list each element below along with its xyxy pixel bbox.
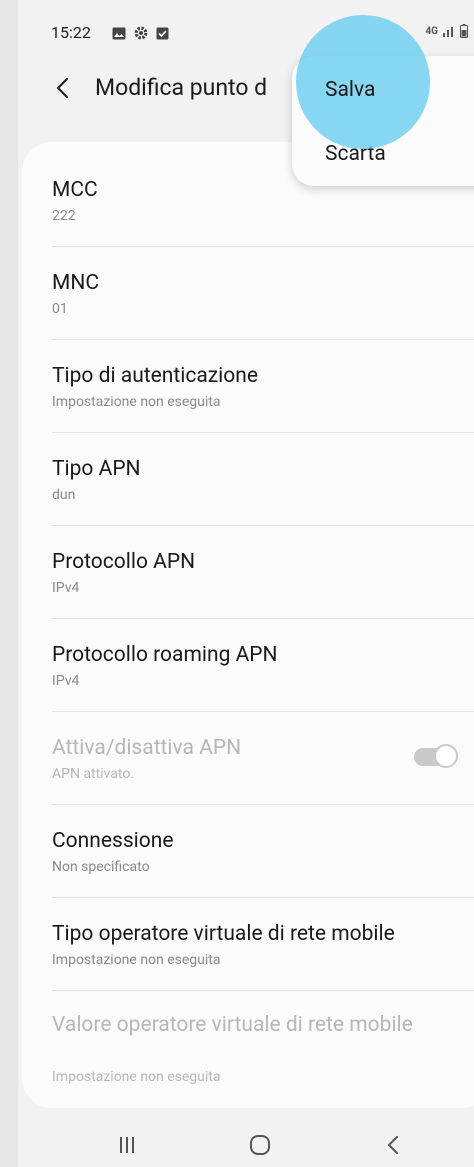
menu-item-save[interactable]: Salva	[325, 78, 375, 102]
list-item-title: Valore operatore virtuale di rete mobile	[52, 1013, 413, 1037]
navigation-bar	[18, 1108, 474, 1167]
notification-icon	[156, 27, 169, 39]
network-type: 4G	[425, 25, 438, 37]
list-item-value: dun	[52, 487, 76, 503]
page-title: Modifica punto d	[95, 74, 268, 101]
list-item-value: IPv4	[52, 673, 80, 689]
switch-knob	[434, 744, 458, 768]
list-item-mvno-type[interactable]: Tipo operatore virtuale di rete mobile I…	[52, 898, 474, 991]
battery-icon	[460, 24, 468, 38]
list-item-value: APN attivato.	[52, 766, 135, 782]
list-item-title: Tipo di autenticazione	[52, 364, 259, 388]
list-item-connection[interactable]: Connessione Non specificato	[52, 805, 474, 898]
list-item-mnc[interactable]: MNC 01	[52, 247, 474, 340]
list-item-mvno-value: Valore operatore virtuale di rete mobile…	[52, 991, 474, 1101]
list-item-value: Impostazione non eseguita	[52, 952, 221, 968]
status-time: 15:22	[51, 23, 91, 42]
list-item-title: Connessione	[52, 829, 174, 853]
list-item-title: MNC	[52, 271, 99, 295]
back-arrow-icon[interactable]	[51, 74, 75, 102]
apn-enable-switch	[414, 742, 458, 768]
recents-icon[interactable]	[116, 1134, 138, 1156]
list-item-title: Tipo APN	[52, 457, 141, 481]
home-icon[interactable]	[248, 1133, 272, 1157]
list-item-title: Protocollo APN	[52, 550, 196, 574]
list-item-value: 222	[52, 208, 76, 224]
list-item-apn-roaming-protocol[interactable]: Protocollo roaming APN IPv4	[52, 619, 474, 712]
list-item-value: Impostazione non eseguita	[52, 394, 221, 410]
list-item-auth-type[interactable]: Tipo di autenticazione Impostazione non …	[52, 340, 474, 433]
image-icon	[112, 27, 126, 39]
list-item-value: Impostazione non eseguita	[52, 1069, 221, 1085]
signal-icon	[443, 27, 453, 37]
settings-card: MCC 222 MNC 01 Tipo di autenticazione Im…	[22, 142, 474, 1108]
apn-settings-list: MCC 222 MNC 01 Tipo di autenticazione Im…	[22, 154, 474, 1101]
status-icons-right: 4G	[425, 24, 468, 38]
gear-icon	[134, 26, 148, 40]
status-icons-left	[112, 26, 169, 40]
list-item-apn-type[interactable]: Tipo APN dun	[52, 433, 474, 526]
list-item-apn-protocol[interactable]: Protocollo APN IPv4	[52, 526, 474, 619]
list-item-title: Protocollo roaming APN	[52, 643, 278, 667]
phone-screen: 15:22 4G Modifica punto d MCC 222 MNC 01…	[18, 0, 474, 1167]
list-item-title: Tipo operatore virtuale di rete mobile	[52, 922, 395, 946]
list-item-value: 01	[52, 301, 68, 317]
list-item-title: Attiva/disattiva APN	[52, 736, 242, 760]
list-item-value: Non specificato	[52, 859, 150, 875]
list-item-value: IPv4	[52, 580, 80, 596]
overflow-menu: Salva Scarta	[292, 56, 474, 186]
menu-item-discard[interactable]: Scarta	[325, 142, 386, 166]
nav-back-icon[interactable]	[384, 1133, 402, 1157]
list-item-apn-toggle: Attiva/disattiva APN APN attivato.	[52, 712, 474, 805]
